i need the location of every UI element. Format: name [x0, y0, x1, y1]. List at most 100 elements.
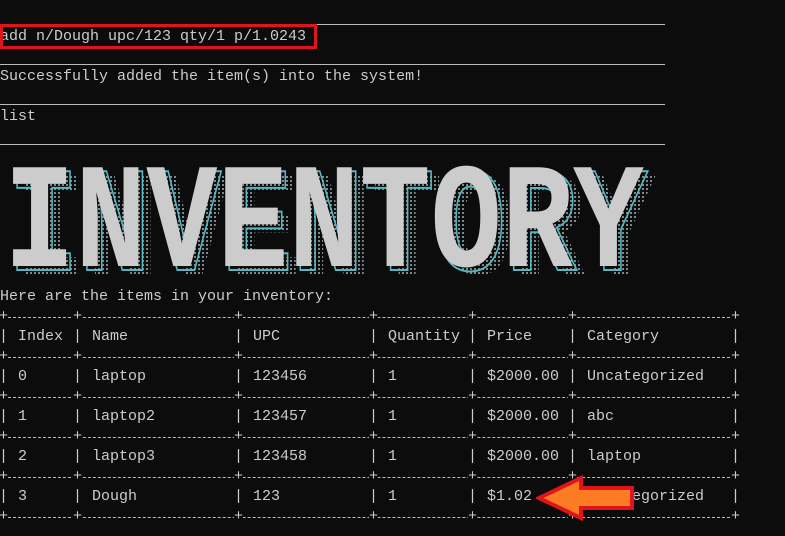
table-corner: +: [731, 427, 741, 447]
table-cell: 3: [18, 488, 28, 505]
table-corner: +: [73, 387, 83, 407]
table-corner: +: [468, 467, 478, 487]
table-divider: |: [731, 408, 741, 425]
arrow-annotation-icon: [536, 475, 634, 521]
table-divider: |: [0, 488, 9, 505]
table-cell: laptop2: [92, 408, 156, 425]
table-corner: +: [731, 507, 741, 527]
table-header: Category: [587, 328, 660, 345]
list-command: list: [0, 108, 37, 125]
table-divider: |: [369, 448, 379, 465]
table-divider: |: [0, 368, 9, 385]
table-divider: |: [568, 328, 578, 345]
inventory-ascii-banner: INVENTORY INVENTORY INVENTORY: [4, 152, 656, 282]
table-corner: +: [468, 387, 478, 407]
table-divider: |: [731, 328, 741, 345]
table-divider: |: [234, 488, 244, 505]
table-cell: 1: [18, 408, 28, 425]
table-cell: $1.02: [487, 488, 533, 505]
table-corner: +: [369, 387, 379, 407]
table-cell: 2: [18, 448, 28, 465]
table-divider: |: [73, 488, 83, 505]
divider: [0, 104, 665, 105]
table-corner: +: [73, 347, 83, 367]
table-corner: +: [73, 467, 83, 487]
table-divider: |: [731, 488, 741, 505]
table-corner: +: [369, 427, 379, 447]
table-divider: |: [234, 448, 244, 465]
table-corner: +: [234, 427, 244, 447]
table-corner: +: [0, 387, 9, 407]
banner-text: INVENTORY: [4, 152, 644, 282]
table-header: Price: [487, 328, 533, 345]
table-corner: +: [468, 427, 478, 447]
table-header: UPC: [253, 328, 281, 345]
table-corner: +: [234, 387, 244, 407]
table-corner: +: [234, 507, 244, 527]
table-divider: |: [369, 408, 379, 425]
command-highlight-box: [0, 24, 317, 49]
table-corner: +: [568, 307, 578, 327]
table-divider: |: [73, 448, 83, 465]
table-corner: +: [234, 467, 244, 487]
table-corner: +: [234, 347, 244, 367]
table-corner: +: [731, 307, 741, 327]
table-divider: |: [0, 328, 9, 345]
table-divider: |: [468, 408, 478, 425]
table-corner: +: [369, 347, 379, 367]
table-divider: |: [468, 328, 478, 345]
table-corner: +: [369, 467, 379, 487]
table-corner: +: [731, 347, 741, 367]
table-corner: +: [234, 307, 244, 327]
table-divider: |: [369, 368, 379, 385]
table-corner: +: [468, 347, 478, 367]
table-corner: +: [731, 387, 741, 407]
table-corner: +: [73, 307, 83, 327]
table-divider: |: [468, 448, 478, 465]
table-corner: +: [73, 427, 83, 447]
divider: [0, 144, 665, 145]
table-cell: 0: [18, 368, 28, 385]
table-corner: +: [568, 387, 578, 407]
table-cell: $2000.00: [487, 368, 560, 385]
table-cell: 123456: [253, 368, 308, 385]
table-cell: Dough: [92, 488, 138, 505]
terminal-window: add n/Dough upc/123 qty/1 p/1.0243 Succe…: [0, 0, 785, 536]
table-corner: +: [731, 467, 741, 487]
table-corner: +: [568, 347, 578, 367]
table-divider: |: [369, 328, 379, 345]
table-header: Name: [92, 328, 129, 345]
divider: [0, 64, 665, 65]
table-divider: |: [468, 368, 478, 385]
table-corner: +: [0, 307, 9, 327]
table-divider: |: [731, 368, 741, 385]
inventory-intro: Here are the items in your inventory:: [0, 288, 334, 305]
table-cell: 123457: [253, 408, 308, 425]
response-message: Successfully added the item(s) into the …: [0, 68, 424, 85]
table-corner: +: [568, 427, 578, 447]
table-divider: |: [568, 408, 578, 425]
table-header: Index: [18, 328, 64, 345]
table-cell: laptop: [92, 368, 147, 385]
table-divider: |: [0, 408, 9, 425]
table-cell: Uncategorized: [587, 368, 705, 385]
table-corner: +: [0, 467, 9, 487]
table-corner: +: [468, 507, 478, 527]
table-corner: +: [0, 347, 9, 367]
table-cell: laptop: [587, 448, 642, 465]
table-cell: 1: [388, 448, 398, 465]
table-corner: +: [0, 507, 9, 527]
table-corner: +: [369, 307, 379, 327]
table-cell: 1: [388, 368, 398, 385]
table-divider: |: [369, 488, 379, 505]
table-divider: |: [73, 368, 83, 385]
table-cell: $2000.00: [487, 448, 560, 465]
table-divider: |: [568, 448, 578, 465]
table-divider: |: [234, 368, 244, 385]
table-cell: laptop3: [92, 448, 156, 465]
table-header: Quantity: [388, 328, 461, 345]
table-cell: 123458: [253, 448, 308, 465]
table-divider: |: [73, 408, 83, 425]
table-corner: +: [0, 427, 9, 447]
table-corner: +: [369, 507, 379, 527]
